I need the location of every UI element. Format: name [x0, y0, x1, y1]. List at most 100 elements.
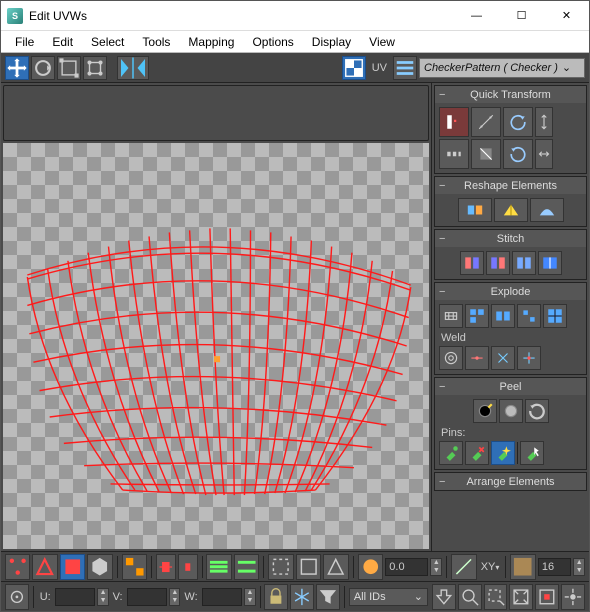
- mirror-tool[interactable]: [117, 56, 149, 80]
- space-h-button[interactable]: [439, 139, 469, 169]
- move-tool[interactable]: [5, 56, 29, 80]
- chevron-down-icon: ⌄: [414, 590, 423, 603]
- rollout-head-quick-transform[interactable]: −Quick Transform: [435, 86, 586, 103]
- uv-viewport[interactable]: [3, 143, 429, 549]
- shrink-button[interactable]: [178, 554, 198, 580]
- stitch-custom-button[interactable]: [538, 251, 562, 275]
- break-sg-button[interactable]: [517, 304, 541, 328]
- pan-view-button[interactable]: [432, 584, 456, 610]
- element-mode-button[interactable]: [87, 554, 112, 580]
- rollout-head-explode[interactable]: −Explode: [435, 283, 586, 300]
- matid-dropdown[interactable]: All IDs⌄: [349, 588, 428, 606]
- zoom-region-button[interactable]: [484, 584, 508, 610]
- ignore-backface-button[interactable]: [296, 554, 321, 580]
- v-field[interactable]: [127, 588, 168, 606]
- ring-button[interactable]: [234, 554, 259, 580]
- relax-button[interactable]: [494, 198, 528, 222]
- u-field[interactable]: [55, 588, 96, 606]
- align-linear-button[interactable]: [471, 107, 501, 137]
- stitch-source-button[interactable]: [460, 251, 484, 275]
- align-left-button[interactable]: [439, 107, 469, 137]
- select-by-element-button[interactable]: [122, 554, 147, 580]
- rotate-ccw-button[interactable]: [503, 107, 533, 137]
- u-spinner[interactable]: ▲▼: [97, 588, 108, 606]
- close-button[interactable]: ✕: [544, 1, 589, 30]
- texture-dropdown-label: CheckerPattern ( Checker ): [424, 62, 558, 74]
- freeform-tool[interactable]: [83, 56, 107, 80]
- flip-button[interactable]: [471, 139, 501, 169]
- menu-file[interactable]: File: [7, 33, 42, 51]
- peel-button[interactable]: [499, 399, 523, 423]
- rotate-tool[interactable]: [31, 56, 55, 80]
- pin-select-button[interactable]: [520, 441, 544, 465]
- stitch-target-button[interactable]: [486, 251, 510, 275]
- stitch-avg-button[interactable]: [512, 251, 536, 275]
- falloff-field[interactable]: 16: [538, 558, 571, 576]
- weld-all-button[interactable]: [491, 346, 515, 370]
- face-mode-button[interactable]: [60, 554, 85, 580]
- menu-select[interactable]: Select: [83, 33, 132, 51]
- pin-auto-button[interactable]: [491, 441, 515, 465]
- reset-peel-button[interactable]: [525, 399, 549, 423]
- rollout-head-reshape[interactable]: −Reshape Elements: [435, 177, 586, 194]
- vertex-mode-button[interactable]: [5, 554, 30, 580]
- menu-display[interactable]: Display: [304, 33, 359, 51]
- rotate-cw-button[interactable]: [503, 139, 533, 169]
- zoom-extents-button[interactable]: [509, 584, 533, 610]
- filter-button[interactable]: [316, 584, 340, 610]
- bottom-bar: 0.0 ▲▼ XY▾ 16 ▲▼ U: ▲▼ V: ▲▼ W: ▲▼ All I…: [1, 551, 589, 611]
- falloff-spinner[interactable]: ▲▼: [573, 558, 585, 576]
- menu-view[interactable]: View: [361, 33, 403, 51]
- scale-tool[interactable]: [57, 56, 81, 80]
- grow-button[interactable]: [156, 554, 176, 580]
- menu-mapping[interactable]: Mapping: [180, 33, 242, 51]
- options-button[interactable]: [393, 56, 417, 80]
- texture-dropdown[interactable]: CheckerPattern ( Checker ) ⌄: [419, 58, 585, 78]
- soft-value-field[interactable]: 0.0: [385, 558, 428, 576]
- weld-selected-button[interactable]: [465, 346, 489, 370]
- break-face-button[interactable]: [465, 304, 489, 328]
- w-spinner[interactable]: ▲▼: [244, 588, 255, 606]
- break-button[interactable]: [439, 304, 463, 328]
- separator: [260, 586, 261, 608]
- weld-seams-button[interactable]: [517, 346, 541, 370]
- loop-button[interactable]: [206, 554, 231, 580]
- menu-edit[interactable]: Edit: [44, 33, 81, 51]
- edge-mode-button[interactable]: [32, 554, 57, 580]
- planar-angle-button[interactable]: [323, 554, 348, 580]
- v-spinner[interactable]: ▲▼: [169, 588, 180, 606]
- pin-add-button[interactable]: [439, 441, 463, 465]
- abs-coord-button[interactable]: [5, 584, 29, 610]
- menu-tools[interactable]: Tools: [134, 33, 178, 51]
- quick-peel-button[interactable]: [473, 399, 497, 423]
- straighten-button[interactable]: [458, 198, 492, 222]
- break-mat-button[interactable]: [543, 304, 567, 328]
- align-vert-button[interactable]: [535, 107, 553, 137]
- show-map-toggle[interactable]: [342, 56, 366, 80]
- maximize-button[interactable]: ☐: [499, 1, 544, 30]
- paint-select-button[interactable]: [268, 554, 293, 580]
- edge-distance-button[interactable]: [451, 554, 476, 580]
- soft-value-spinner[interactable]: ▲▼: [430, 558, 442, 576]
- snap-button[interactable]: [561, 584, 585, 610]
- menu-options[interactable]: Options: [244, 33, 301, 51]
- zoom-selected-button[interactable]: [535, 584, 559, 610]
- relax-custom-button[interactable]: [530, 198, 564, 222]
- freeze-button[interactable]: [290, 584, 314, 610]
- align-horz-button[interactable]: [535, 139, 553, 169]
- lock-button[interactable]: [264, 584, 288, 610]
- rollout-head-stitch[interactable]: −Stitch: [435, 230, 586, 247]
- pin-remove-button[interactable]: [465, 441, 489, 465]
- rollout-head-peel[interactable]: −Peel: [435, 378, 586, 395]
- rollout-stitch: −Stitch: [434, 229, 587, 280]
- weld-target-button[interactable]: [439, 346, 463, 370]
- weld-label: Weld: [439, 330, 582, 344]
- uv-mesh[interactable]: [3, 143, 429, 549]
- falloff-button[interactable]: [510, 554, 535, 580]
- zoom-view-button[interactable]: [458, 584, 482, 610]
- rollout-head-arrange[interactable]: −Arrange Elements: [435, 473, 586, 490]
- break-angle-button[interactable]: [491, 304, 515, 328]
- w-field[interactable]: [202, 588, 243, 606]
- soft-select-button[interactable]: [358, 554, 383, 580]
- minimize-button[interactable]: —: [454, 1, 499, 30]
